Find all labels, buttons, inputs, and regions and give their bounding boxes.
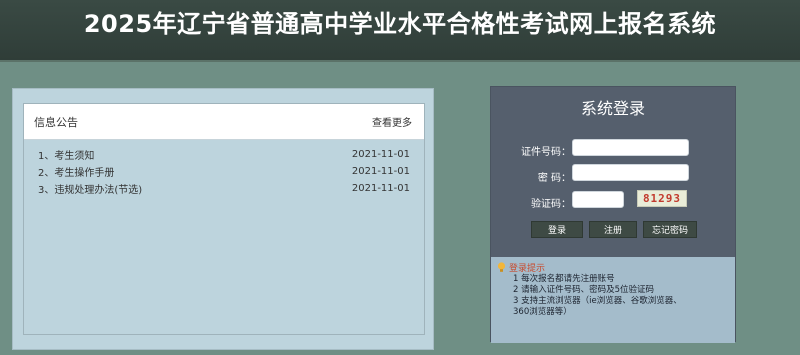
tips-title: 登录提示 bbox=[509, 264, 546, 274]
notice-list: 1、考生须知 2021-11-01 2、考生操作手册 2021-11-01 3、… bbox=[24, 140, 424, 197]
notice-item: 1、考生须知 2021-11-01 bbox=[38, 146, 410, 163]
password-label: 密 码： bbox=[537, 173, 571, 184]
notice-item-date: 2021-11-01 bbox=[351, 149, 410, 160]
register-button[interactable]: 注册 bbox=[589, 221, 637, 238]
login-title: 系统登录 bbox=[580, 99, 645, 118]
notice-item-date: 2021-11-01 bbox=[351, 166, 410, 177]
lightbulb-icon bbox=[497, 262, 506, 273]
page-header: 2025年辽宁省普通高中学业水平合格性考试网上报名系统 bbox=[0, 0, 800, 62]
notice-item-date: 2021-11-01 bbox=[351, 183, 410, 194]
tip-line: 1 每次报名都请先注册账号 bbox=[513, 274, 615, 284]
tip-line: 360浏览器等） bbox=[513, 307, 572, 317]
captcha-label: 验证码： bbox=[531, 199, 571, 210]
notice-item-link[interactable]: 3、违规处理办法(节选) bbox=[38, 181, 142, 196]
notice-panel: 信息公告 查看更多 1、考生须知 2021-11-01 2、考生操作手册 202… bbox=[12, 88, 434, 350]
page-title: 2025年辽宁省普通高中学业水平合格性考试网上报名系统 bbox=[83, 9, 717, 38]
id-number-label: 证件号码： bbox=[521, 147, 571, 158]
notice-item: 2、考生操作手册 2021-11-01 bbox=[38, 163, 410, 180]
notice-item-link[interactable]: 2、考生操作手册 bbox=[38, 164, 114, 179]
password-input[interactable] bbox=[572, 164, 689, 181]
captcha-image[interactable]: 81293 bbox=[637, 190, 687, 207]
notice-title: 信息公告 bbox=[34, 115, 78, 129]
notice-header: 信息公告 查看更多 bbox=[24, 104, 424, 140]
notice-box: 信息公告 查看更多 1、考生须知 2021-11-01 2、考生操作手册 202… bbox=[23, 103, 425, 335]
tip-line: 3 支持主流浏览器（ie浏览器、谷歌浏览器、 bbox=[513, 296, 682, 306]
notice-item: 3、违规处理办法(节选) 2021-11-01 bbox=[38, 180, 410, 197]
notice-item-link[interactable]: 1、考生须知 bbox=[38, 147, 94, 162]
tip-line: 2 请输入证件号码、密码及5位验证码 bbox=[513, 285, 655, 295]
login-tips: 登录提示 1 每次报名都请先注册账号 2 请输入证件号码、密码及5位验证码 3 … bbox=[491, 257, 735, 343]
captcha-input[interactable] bbox=[572, 191, 624, 208]
view-more-link[interactable]: 查看更多 bbox=[372, 114, 412, 129]
tips-header: 登录提示 bbox=[497, 261, 727, 274]
forgot-password-button[interactable]: 忘记密码 bbox=[643, 221, 697, 238]
id-number-input[interactable] bbox=[572, 139, 689, 156]
login-button[interactable]: 登录 bbox=[531, 221, 583, 238]
login-panel: 系统登录 证件号码： 密 码： 验证码： 81293 登录 注册 忘记密码 登录… bbox=[490, 86, 736, 343]
